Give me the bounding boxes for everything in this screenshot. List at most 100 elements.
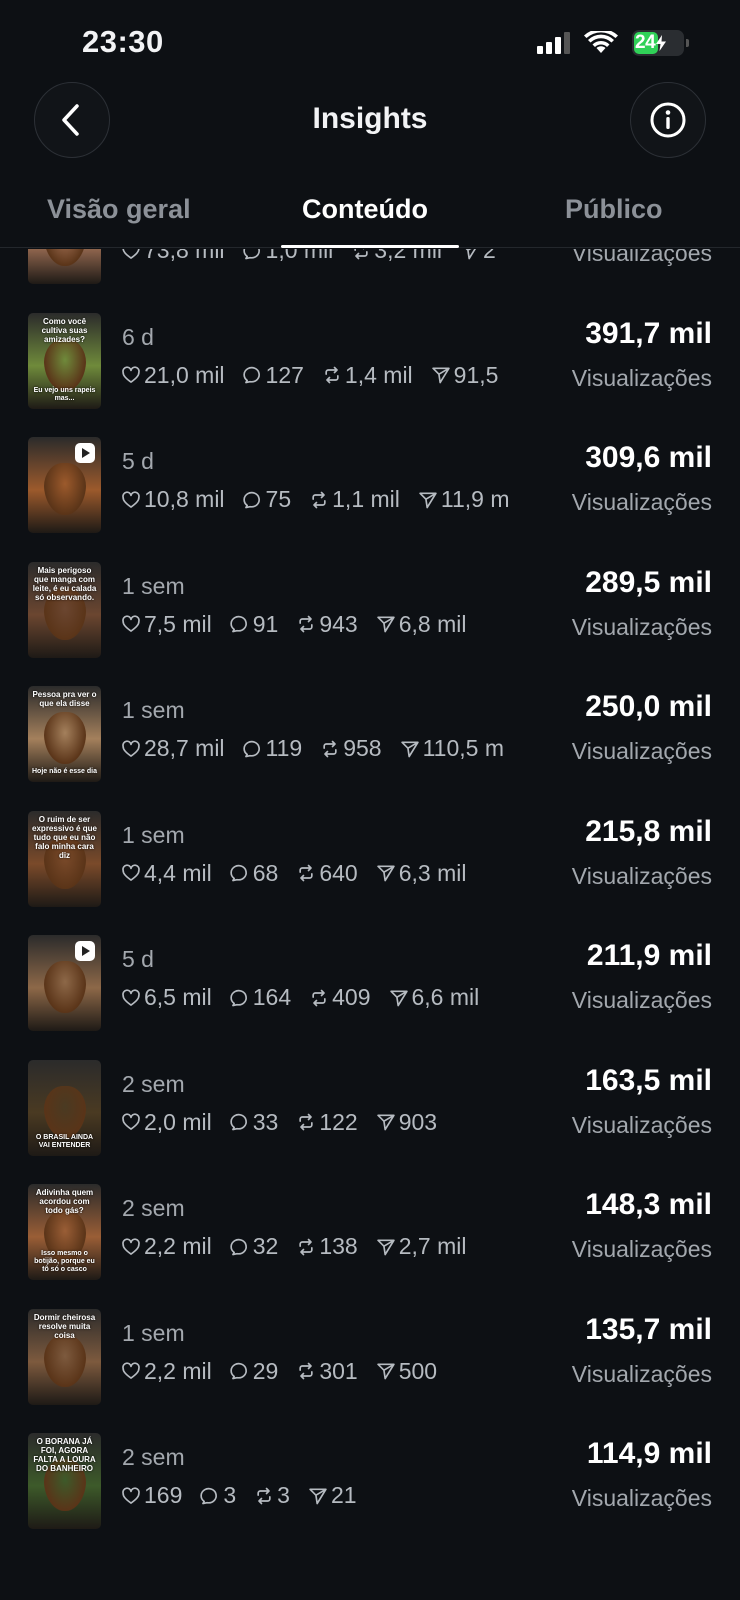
post-row[interactable]: Dormir cheirosa resolve muita coisa 1 sem… — [0, 1295, 740, 1420]
shares-count: 6,6 mil — [411, 984, 480, 1010]
likes-count: 73,8 mil — [144, 249, 225, 263]
views-count: 148,3 mil — [585, 1188, 712, 1221]
views-count: 114,9 mil — [586, 1437, 712, 1470]
heart-icon — [122, 739, 140, 757]
likes-count: 2,2 mil — [144, 1233, 212, 1259]
post-thumbnail[interactable]: O BORANA JÁ FOI, AGORA FALTA A LOURA DO … — [28, 1433, 101, 1529]
status-time: 23:30 — [82, 24, 164, 59]
post-row[interactable]: 5 d 6,5 mil 164 409 6,6 mil 211,9 mil Visualiz… — [0, 921, 740, 1046]
post-row[interactable]: O BORANA JÁ FOI, AGORA FALTA A LOURA DO … — [0, 1419, 740, 1544]
repost-icon — [299, 1113, 314, 1131]
likes-metric: 169 — [121, 1482, 182, 1509]
thumbnail-caption: Pessoa pra ver o que ela disse — [32, 690, 97, 708]
heart-icon — [122, 988, 140, 1006]
video-play-icon — [75, 443, 95, 463]
shares-count: 91,5 — [453, 361, 499, 388]
thumbnail-caption-bottom: Isso mesmo o botijão, porque eu tô só o … — [34, 1250, 95, 1273]
post-age: 1 sem — [122, 821, 185, 848]
share-icon — [419, 492, 437, 508]
reposts-count: 301 — [319, 1357, 358, 1384]
reposts-metric: 958 — [320, 735, 382, 762]
replies-count: 75 — [265, 486, 292, 512]
reposts-metric: 1,1 mil — [309, 486, 400, 513]
info-icon — [650, 102, 686, 138]
info-button[interactable] — [630, 82, 706, 158]
post-thumbnail[interactable]: Adivinha quem acordou com todo gás? Isso … — [28, 1184, 101, 1280]
thumbnail-image — [44, 338, 86, 391]
replies-metric: 33 — [230, 1108, 279, 1136]
repost-icon — [312, 989, 326, 1006]
thumbnail-caption: Como você cultiva suas amizades? — [41, 316, 88, 344]
shares-metric: 11,9 m — [418, 486, 510, 513]
status-bar: 23:30 24 — [0, 0, 740, 86]
tab-overview[interactable]: Visão geral — [47, 194, 191, 225]
likes-metric: 6,5 mil — [121, 984, 212, 1011]
likes-count: 7,5 mil — [144, 610, 212, 637]
likes-metric: 2,2 mil — [121, 1233, 212, 1260]
post-row[interactable]: O BRASIL AINDA VAI ENTENDER 2 sem 2,0 mil 3… — [0, 1046, 740, 1171]
post-row[interactable]: Mais perigoso que manga com leite, é eu … — [0, 548, 740, 673]
replies-metric: 1,0 mil — [242, 249, 333, 264]
tab-audience[interactable]: Público — [565, 194, 663, 225]
views-label: Visualizações — [571, 489, 712, 515]
share-icon — [376, 1239, 395, 1255]
post-row[interactable]: O ruim de ser expressivo é que tudo que … — [0, 797, 740, 922]
post-thumbnail[interactable] — [28, 935, 101, 1031]
post-list[interactable]: Hoje tá assim o meu cabelo: sentando uns… — [0, 249, 740, 1600]
post-row[interactable]: Como você cultiva suas amizades? Eu vejo … — [0, 299, 740, 424]
reply-icon — [230, 1362, 247, 1380]
views-label: Visualizações — [571, 1111, 712, 1138]
share-icon — [376, 1363, 395, 1380]
post-metrics: 28,7 mil 119 958 110,5 m — [121, 735, 530, 767]
likes-count: 28,7 mil — [144, 735, 225, 761]
shares-count: 2 — [483, 249, 496, 263]
post-thumbnail[interactable]: Como você cultiva suas amizades? Eu vejo … — [28, 312, 101, 409]
post-metrics: 2,2 mil 29 301 500 — [121, 1358, 530, 1390]
shares-metric: 91,5 — [431, 361, 499, 389]
post-thumbnail[interactable]: O BRASIL AINDA VAI ENTENDER — [28, 1059, 101, 1156]
tab-content[interactable]: Conteúdo — [302, 194, 428, 225]
post-thumbnail[interactable]: Pessoa pra ver o que ela disse Hoje não é… — [28, 686, 101, 782]
shares-metric: 6,6 mil — [389, 984, 480, 1011]
shares-count: 110,5 m — [422, 735, 504, 761]
reply-icon — [242, 740, 260, 757]
repost-icon — [299, 615, 314, 633]
post-metrics: 169 3 3 21 — [121, 1482, 530, 1514]
reposts-count: 1,1 mil — [332, 486, 400, 512]
post-thumbnail[interactable] — [28, 437, 101, 533]
post-row[interactable]: 5 d 10,8 mil 75 1,1 mil 11,9 m 309,6 mil Visua… — [0, 423, 740, 548]
post-row[interactable]: Hoje tá assim o meu cabelo: sentando uns… — [0, 249, 740, 299]
reply-icon — [230, 615, 247, 633]
heart-icon — [122, 864, 140, 881]
thumbnail-image — [44, 1085, 86, 1138]
post-age: 2 sem — [122, 1070, 185, 1097]
thumbnail-caption: O BORANA JÁ FOI, AGORA FALTA A LOURA DO … — [33, 1437, 96, 1473]
likes-metric: 73,8 mil — [121, 249, 225, 264]
thumbnail-image — [44, 1334, 86, 1387]
post-thumbnail[interactable]: Dormir cheirosa resolve muita coisa — [28, 1308, 101, 1405]
shares-count: 2,7 mil — [398, 1233, 467, 1259]
shares-count: 903 — [398, 1108, 438, 1135]
likes-metric: 7,5 mil — [121, 611, 212, 638]
reply-icon — [242, 366, 260, 384]
reply-icon — [230, 1113, 247, 1131]
post-thumbnail[interactable]: Mais perigoso que manga com leite, é eu … — [28, 561, 101, 658]
heart-icon — [122, 366, 140, 383]
shares-metric: 500 — [376, 1358, 437, 1385]
likes-count: 10,8 mil — [144, 486, 225, 512]
replies-count: 33 — [252, 1108, 279, 1135]
views-count: 163,5 mil — [585, 1063, 712, 1097]
repost-icon — [323, 740, 337, 757]
replies-metric: 164 — [230, 984, 291, 1011]
shares-metric: 6,8 mil — [376, 611, 466, 638]
reposts-metric: 3,2 mil — [351, 249, 442, 264]
replies-metric: 119 — [242, 735, 302, 762]
signal-icon — [537, 32, 570, 54]
post-metrics: 73,8 mil 1,0 mil 3,2 mil 2 — [121, 249, 530, 269]
post-thumbnail[interactable]: O ruim de ser expressivo é que tudo que … — [28, 810, 101, 907]
shares-count: 21 — [330, 1482, 357, 1508]
thumbnail-caption: O ruim de ser expressivo é que tudo que … — [32, 814, 97, 860]
post-thumbnail[interactable]: Hoje tá assim o meu cabelo: sentando uns… — [28, 249, 101, 284]
post-row[interactable]: Adivinha quem acordou com todo gás? Isso … — [0, 1170, 740, 1295]
post-row[interactable]: Pessoa pra ver o que ela disse Hoje não é… — [0, 672, 740, 797]
